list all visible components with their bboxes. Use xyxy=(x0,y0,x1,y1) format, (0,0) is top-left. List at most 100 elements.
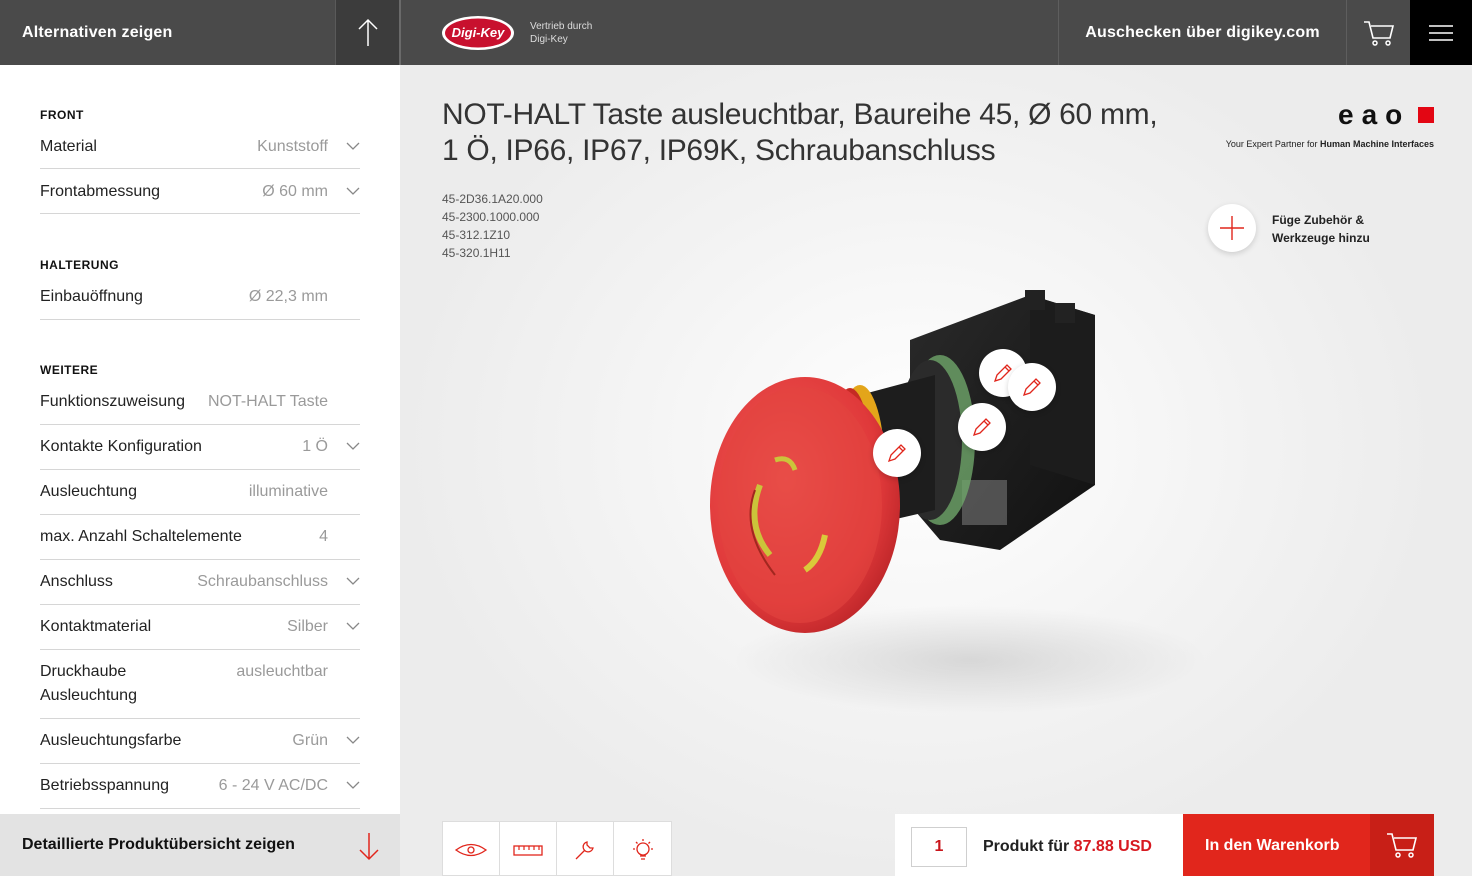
show-detailed-overview-button[interactable]: Detaillierte Produktübersicht zeigen xyxy=(0,814,400,876)
show-alternatives-button[interactable]: Alternativen zeigen xyxy=(0,0,335,65)
article-code: 45-320.1H11 xyxy=(442,246,511,260)
row-value: 4 xyxy=(319,528,328,545)
chevron-down-icon[interactable] xyxy=(346,735,360,745)
section-heading-further: WEITERE xyxy=(40,363,99,377)
plus-icon xyxy=(1220,216,1244,240)
lightbulb-icon xyxy=(632,838,653,860)
edit-hotspot-ring[interactable] xyxy=(958,403,1006,451)
chevron-down-icon[interactable] xyxy=(346,576,360,586)
config-row-front-dimension[interactable]: Frontabmessung Ø 60 mm xyxy=(40,180,360,214)
ruler-icon xyxy=(513,844,543,856)
add-accessories-label[interactable]: Füge Zubehör & Werkzeuge hinzu xyxy=(1272,211,1370,247)
tools-button[interactable] xyxy=(557,822,614,876)
distributed-by-text: Vertrieb durch Digi-Key xyxy=(530,20,592,46)
section-heading-front: FRONT xyxy=(40,108,84,122)
product-config-panel: FRONT Material Kunststoff Frontabmessung… xyxy=(0,65,400,814)
article-code: 45-2300.1000.000 xyxy=(442,210,540,224)
distributed-by-line2: Digi-Key xyxy=(530,34,568,45)
eao-tagline: Your Expert Partner for Human Machine In… xyxy=(1200,139,1434,149)
row-label: Anschluss xyxy=(40,573,113,590)
price-text: Produkt für 87.88 USD xyxy=(983,814,1152,876)
row-label: Ausleuchtungsfarbe xyxy=(40,732,182,749)
row-value: Kunststoff xyxy=(257,138,328,155)
product-stage: NOT-HALT Taste ausleuchtbar, Baureihe 45… xyxy=(400,65,1472,876)
article-codes: 45-2D36.1A20.000 45-2300.1000.000 45-312… xyxy=(442,190,543,262)
illumination-button[interactable] xyxy=(614,822,671,876)
config-row-max-switch-elements: max. Anzahl Schaltelemente 4 xyxy=(40,525,360,560)
row-value: Grün xyxy=(292,732,328,749)
config-row-illumination: Ausleuchtung illuminative xyxy=(40,480,360,515)
config-row-function: Funktionszuweisung NOT-HALT Taste xyxy=(40,390,360,425)
detail-label: Detaillierte Produktübersicht zeigen xyxy=(22,836,295,853)
add-accessories-button[interactable] xyxy=(1208,204,1256,252)
chevron-down-icon[interactable] xyxy=(346,186,360,196)
edit-hotspot-cap[interactable] xyxy=(873,429,921,477)
chevron-down-icon[interactable] xyxy=(346,621,360,631)
row-label: Kontaktmaterial xyxy=(40,618,152,635)
row-label-line2: Ausleuchtung xyxy=(40,687,137,704)
row-label: Einbauöffnung xyxy=(40,288,143,305)
measure-button[interactable] xyxy=(500,822,557,876)
config-row-contacts[interactable]: Kontakte Konfiguration 1 Ö xyxy=(40,435,360,470)
digikey-logo[interactable]: Digi-Key xyxy=(440,14,516,52)
article-code: 45-312.1Z10 xyxy=(442,228,511,242)
config-row-material[interactable]: Material Kunststoff xyxy=(40,135,360,169)
pencil-icon xyxy=(1022,378,1041,397)
edit-hotspot-block-2[interactable] xyxy=(1008,363,1056,411)
top-bar: Alternativen zeigen Digi-Key Vertrieb du… xyxy=(0,0,1472,65)
distributed-by-line1: Vertrieb durch xyxy=(530,21,593,32)
checkout-digikey-button[interactable]: Auschecken über digikey.com xyxy=(1058,0,1346,65)
chevron-down-icon[interactable] xyxy=(346,780,360,790)
purchase-bar: 1 Produkt für 87.88 USD In den Warenkorb xyxy=(895,814,1434,876)
hamburger-icon xyxy=(1429,24,1453,41)
config-row-mounting-hole: Einbauöffnung Ø 22,3 mm xyxy=(40,285,360,320)
row-value: 6 - 24 V AC/DC xyxy=(218,777,328,794)
row-value: Ø 60 mm xyxy=(262,183,328,200)
row-value: illuminative xyxy=(248,483,328,500)
menu-button[interactable] xyxy=(1410,0,1472,65)
tagline-prefix: Your Expert Partner for xyxy=(1225,139,1320,149)
eao-logo: eao xyxy=(1338,99,1411,130)
chevron-down-icon[interactable] xyxy=(346,441,360,451)
section-heading-mounting: HALTERUNG xyxy=(40,258,119,272)
cart-icon xyxy=(1363,20,1394,46)
config-row-operating-voltage[interactable]: Betriebsspannung 6 - 24 V AC/DC xyxy=(40,774,360,809)
add-to-cart-icon-button[interactable] xyxy=(1370,814,1434,876)
row-label: Kontakte Konfiguration xyxy=(40,438,202,455)
row-value: Schraubanschluss xyxy=(197,573,328,590)
row-value: 1 Ö xyxy=(302,438,328,455)
quantity-input[interactable]: 1 xyxy=(911,827,967,867)
view-mode-button[interactable] xyxy=(443,822,500,876)
view-toolbar xyxy=(442,821,672,876)
row-value: Silber xyxy=(287,618,328,635)
pencil-icon xyxy=(887,444,906,463)
article-code: 45-2D36.1A20.000 xyxy=(442,192,543,206)
row-label: Druckhaube Ausleuchtung xyxy=(40,660,137,708)
chevron-down-icon[interactable] xyxy=(346,141,360,151)
row-value: NOT-HALT Taste xyxy=(207,393,328,410)
config-row-illumination-color[interactable]: Ausleuchtungsfarbe Grün xyxy=(40,729,360,764)
price-prefix: Produkt für xyxy=(983,838,1074,855)
row-value: ausleuchtbar xyxy=(236,663,328,680)
eye-rotate-icon xyxy=(454,843,488,856)
digikey-logo-text: Digi-Key xyxy=(452,25,506,40)
add-accessories-line1: Füge Zubehör & xyxy=(1272,213,1364,227)
cart-icon xyxy=(1387,833,1418,858)
arrow-down-icon xyxy=(359,833,379,861)
config-row-cap-illumination: Druckhaube Ausleuchtung ausleuchtbar xyxy=(40,660,360,719)
eao-logo-square xyxy=(1418,107,1434,123)
pencil-icon xyxy=(972,418,991,437)
row-label: Frontabmessung xyxy=(40,183,161,200)
divider xyxy=(399,0,401,65)
add-accessories-line2: Werkzeuge hinzu xyxy=(1272,231,1370,245)
scroll-up-button[interactable] xyxy=(335,0,399,65)
config-row-connection[interactable]: Anschluss Schraubanschluss xyxy=(40,570,360,605)
config-row-contact-material[interactable]: Kontaktmaterial Silber xyxy=(40,615,360,650)
add-to-cart-button[interactable]: In den Warenkorb xyxy=(1183,814,1370,876)
row-label: Ausleuchtung xyxy=(40,483,137,500)
row-label: Betriebsspannung xyxy=(40,777,169,794)
row-value: Ø 22,3 mm xyxy=(248,288,328,305)
wrench-icon xyxy=(575,840,594,859)
row-label: max. Anzahl Schaltelemente xyxy=(40,528,242,545)
cart-button[interactable] xyxy=(1346,0,1410,65)
